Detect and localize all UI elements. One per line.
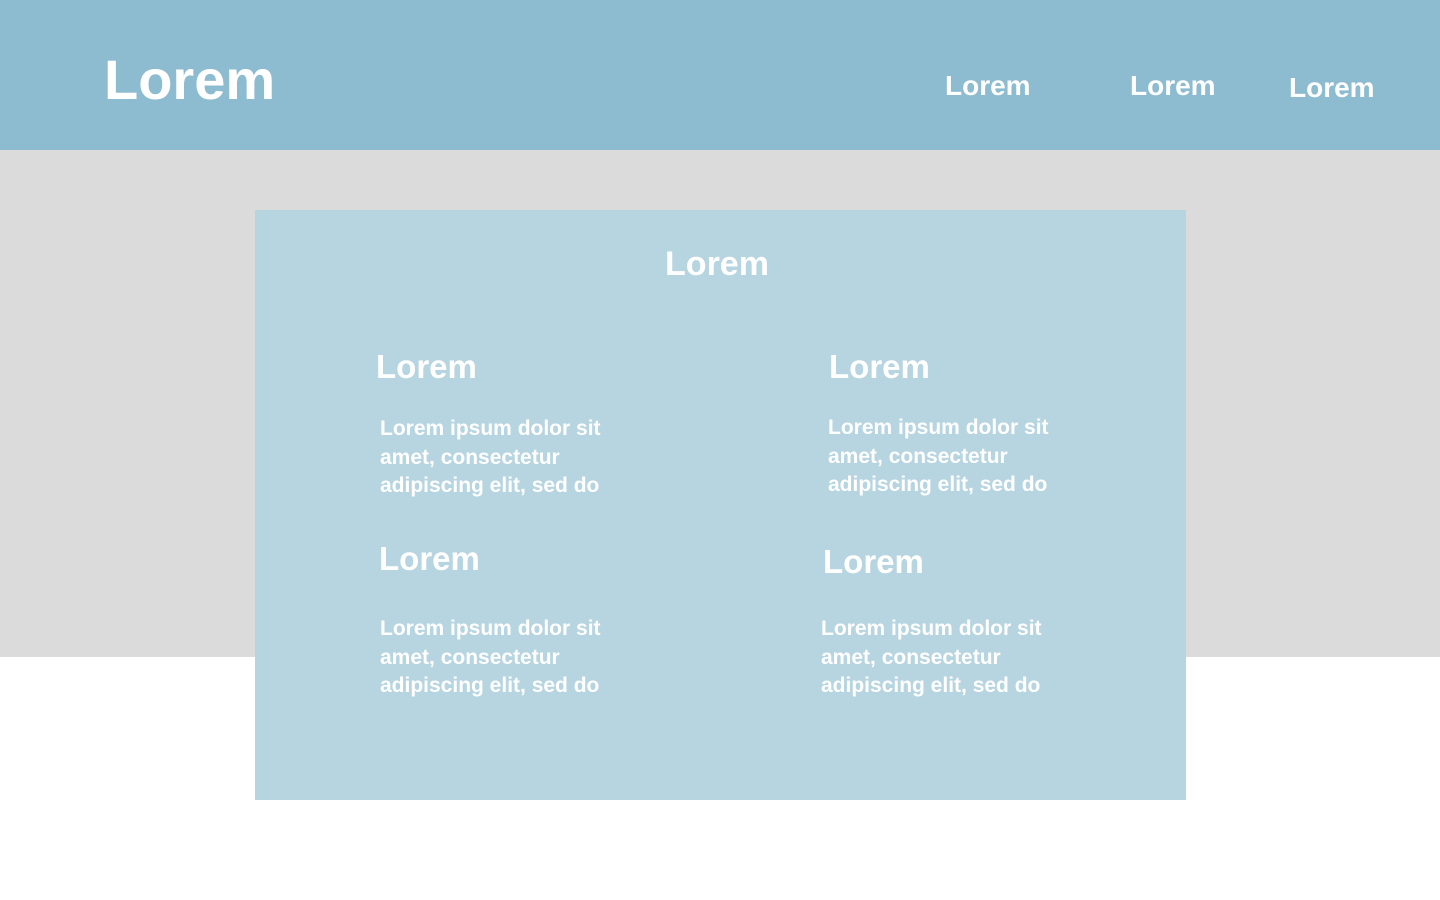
feature-title-1: Lorem [376,348,477,385]
feature-text-3: Lorem ipsum dolor sit amet, consectetur … [380,617,601,697]
feature-text-2: Lorem ipsum dolor sit amet, consectetur … [828,416,1049,496]
feature-text-1: Lorem ipsum dolor sit amet, consectetur … [380,417,601,497]
site-logo[interactable]: Lorem [104,46,275,114]
panel-title: Lorem [665,245,769,283]
feature-title-3: Lorem [379,540,480,577]
nav-item-1[interactable]: Lorem [945,70,1031,102]
feature-title-2: Lorem [829,348,930,385]
site-header: Lorem Lorem Lorem Lorem [0,0,1440,150]
feature-text-4: Lorem ipsum dolor sit amet, consectetur … [821,617,1042,697]
nav-item-3[interactable]: Lorem [1289,72,1375,104]
feature-title-4: Lorem [823,543,924,580]
nav-item-2[interactable]: Lorem [1130,70,1216,102]
features-panel [255,210,1186,800]
